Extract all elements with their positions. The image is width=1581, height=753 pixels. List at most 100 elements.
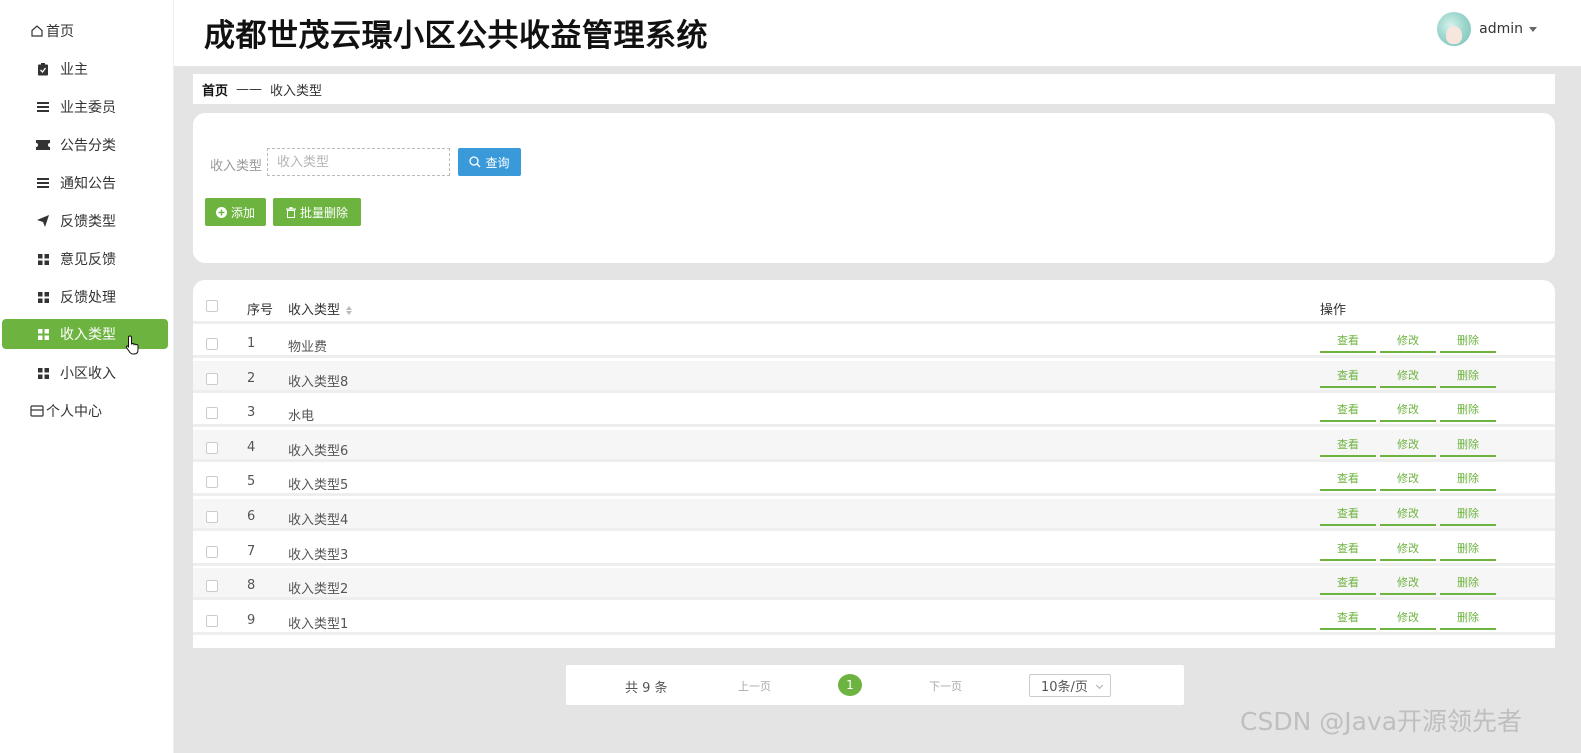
row-checkbox[interactable]	[206, 511, 218, 523]
edit-button[interactable]: 修改	[1380, 398, 1436, 423]
add-button[interactable]: 添加	[205, 198, 266, 226]
edit-button[interactable]: 修改	[1380, 329, 1436, 353]
header-income-type-label: 收入类型	[288, 303, 341, 318]
user-name: admin	[1479, 21, 1523, 37]
select-all-checkbox[interactable]	[206, 300, 218, 312]
search-icon	[469, 156, 481, 168]
sidebar-item-feedback-handle[interactable]: 反馈处理	[2, 282, 168, 312]
batch-delete-button[interactable]: 批量删除	[273, 198, 361, 226]
row-index: 1	[247, 336, 256, 351]
delete-button[interactable]: 删除	[1440, 536, 1496, 561]
row-income-type: 收入类型8	[288, 374, 349, 390]
view-button[interactable]: 查看	[1320, 467, 1376, 492]
row-index: 3	[247, 405, 256, 421]
edit-button[interactable]: 修改	[1380, 432, 1436, 457]
view-button[interactable]: 查看	[1320, 536, 1376, 561]
row-index: 9	[247, 612, 256, 628]
delete-button[interactable]: 删除	[1440, 502, 1496, 526]
sidebar-item-feedback[interactable]: 意见反馈	[2, 244, 168, 274]
trash-icon	[285, 206, 296, 218]
breadcrumb-home[interactable]: 首页	[202, 80, 228, 99]
sidebar-item-label: 业主委员	[60, 100, 116, 116]
view-button[interactable]: 查看	[1320, 329, 1376, 353]
edit-button[interactable]: 修改	[1380, 571, 1436, 596]
sidebar: 首页 业主 业主委员 公告分类 通知公告 反馈类型 意见反馈 反馈处理 收入类型…	[0, 0, 174, 753]
edit-button[interactable]: 修改	[1380, 502, 1436, 526]
sidebar-item-profile[interactable]: 个人中心	[2, 396, 168, 426]
delete-button[interactable]: 删除	[1440, 571, 1496, 596]
header-income-type[interactable]: 收入类型	[288, 299, 353, 318]
data-table: 序号 收入类型 操作 1 物业费 查看 修改 删除 2 收入类型8 查看 修改 删除 3 水电 查看 修改…	[193, 280, 1555, 648]
view-button[interactable]: 查看	[1320, 605, 1376, 630]
sort-icon[interactable]	[346, 306, 353, 315]
grid-icon	[36, 290, 50, 304]
edit-button[interactable]: 修改	[1380, 363, 1436, 388]
table-row: 8 收入类型2 查看 修改 删除	[193, 568, 1555, 601]
sidebar-item-community-income[interactable]: 小区收入	[2, 358, 168, 388]
search-input[interactable]	[267, 148, 450, 176]
next-page-button[interactable]: 下一页	[929, 678, 962, 694]
delete-button[interactable]: 删除	[1440, 432, 1496, 457]
row-checkbox[interactable]	[206, 407, 218, 420]
row-checkbox[interactable]	[206, 545, 218, 558]
row-income-type: 收入类型3	[288, 547, 349, 563]
breadcrumb: 首页 —— 收入类型	[193, 74, 1555, 104]
search-panel: 收入类型 查询 添加 批量删除	[193, 113, 1555, 263]
delete-button[interactable]: 删除	[1440, 398, 1496, 423]
list-icon	[36, 100, 50, 114]
clipboard-icon	[36, 62, 50, 76]
view-button[interactable]: 查看	[1320, 502, 1376, 526]
row-checkbox[interactable]	[206, 580, 218, 593]
chevron-down-icon	[1095, 681, 1104, 690]
table-row: 9 收入类型1 查看 修改 删除	[193, 603, 1555, 635]
row-income-type: 收入类型2	[288, 582, 349, 598]
sidebar-item-label: 收入类型	[60, 327, 116, 343]
sidebar-item-notice[interactable]: 通知公告	[2, 168, 168, 198]
row-checkbox[interactable]	[206, 476, 218, 489]
delete-button[interactable]: 删除	[1440, 329, 1496, 353]
pagination: 共 9 条 上一页 1 下一页 10条/页	[566, 665, 1184, 705]
view-button[interactable]: 查看	[1320, 398, 1376, 423]
row-index: 8	[247, 578, 256, 594]
delete-button[interactable]: 删除	[1440, 605, 1496, 630]
table-header: 序号 收入类型 操作	[193, 280, 1555, 324]
edit-button[interactable]: 修改	[1380, 467, 1436, 492]
row-index: 6	[247, 509, 256, 524]
sidebar-item-income-type[interactable]: 收入类型	[2, 319, 168, 349]
sidebar-item-notice-category[interactable]: 公告分类	[2, 130, 168, 160]
view-button[interactable]: 查看	[1320, 363, 1376, 388]
grid-icon	[36, 327, 50, 341]
row-checkbox[interactable]	[206, 372, 218, 385]
row-income-type: 收入类型1	[288, 616, 349, 632]
grid-icon	[36, 252, 50, 266]
page-number-current[interactable]: 1	[838, 674, 862, 696]
sidebar-item-label: 意见反馈	[60, 252, 116, 268]
edit-button[interactable]: 修改	[1380, 605, 1436, 630]
row-checkbox[interactable]	[206, 614, 218, 627]
view-button[interactable]: 查看	[1320, 571, 1376, 596]
user-menu[interactable]: admin	[1437, 12, 1537, 46]
sidebar-item-label: 公告分类	[60, 138, 116, 154]
plus-circle-icon	[215, 206, 227, 218]
sidebar-item-label: 反馈处理	[60, 290, 116, 306]
row-checkbox[interactable]	[206, 441, 218, 454]
table-row: 1 物业费 查看 修改 删除	[193, 326, 1555, 358]
delete-button[interactable]: 删除	[1440, 467, 1496, 492]
delete-button[interactable]: 删除	[1440, 363, 1496, 388]
watermark: CSDN @Java开源领先者	[1240, 707, 1523, 736]
avatar	[1437, 12, 1472, 46]
view-button[interactable]: 查看	[1320, 432, 1376, 457]
page-size-select[interactable]: 10条/页	[1029, 674, 1111, 697]
query-button[interactable]: 查询	[458, 148, 521, 176]
row-checkbox[interactable]	[206, 338, 218, 350]
row-index: 4	[247, 439, 256, 455]
edit-button[interactable]: 修改	[1380, 536, 1436, 561]
sidebar-item-home[interactable]: 首页	[2, 16, 168, 46]
table-row: 3 水电 查看 修改 删除	[193, 395, 1555, 428]
sidebar-item-committee[interactable]: 业主委员	[2, 92, 168, 122]
query-button-label: 查询	[485, 155, 510, 170]
sidebar-item-owner[interactable]: 业主	[2, 54, 168, 84]
table-row: 4 收入类型6 查看 修改 删除	[193, 429, 1555, 462]
prev-page-button[interactable]: 上一页	[738, 678, 771, 694]
sidebar-item-feedback-type[interactable]: 反馈类型	[2, 206, 168, 236]
